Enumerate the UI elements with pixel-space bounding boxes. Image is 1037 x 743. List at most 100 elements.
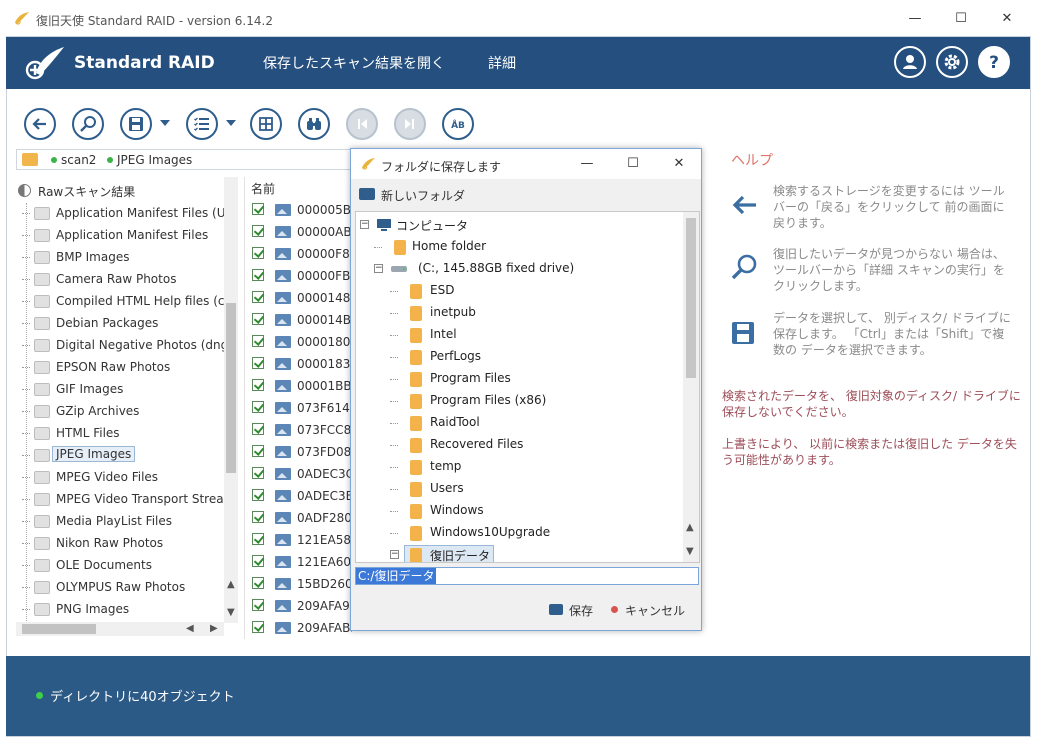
tree-item[interactable]: Digital Negative Photos (dng) bbox=[16, 335, 233, 357]
scroll-down-arrow[interactable]: ▼ bbox=[227, 607, 235, 618]
breadcrumb-item-current[interactable]: JPEG Images bbox=[117, 153, 192, 167]
scroll-up-arrow[interactable]: ▲ bbox=[686, 522, 694, 533]
file-row[interactable]: 121EA580 bbox=[245, 529, 352, 551]
previous-button[interactable] bbox=[346, 108, 378, 140]
tree-item[interactable]: Camera Raw Photos bbox=[16, 269, 224, 291]
tree-vertical-scrollbar[interactable]: ▲ ▼ bbox=[224, 177, 238, 623]
dialog-close-button[interactable]: ✕ bbox=[665, 154, 693, 174]
file-row[interactable]: 000005B0 bbox=[245, 199, 352, 221]
user-button[interactable] bbox=[894, 46, 926, 78]
path-input[interactable]: C:/復旧データ bbox=[355, 567, 699, 585]
tree-item[interactable]: PNG Images bbox=[16, 599, 224, 621]
file-row[interactable]: 00001BB0 bbox=[245, 375, 352, 397]
maximize-button[interactable]: ☐ bbox=[946, 8, 976, 30]
file-checkbox[interactable] bbox=[252, 379, 264, 391]
tree-item[interactable]: EPSON Raw Photos bbox=[16, 357, 224, 379]
tree-item[interactable]: Application Manifest Files bbox=[16, 225, 224, 247]
breadcrumb-item-scan[interactable]: scan2 bbox=[61, 153, 96, 167]
grid-view-button[interactable] bbox=[250, 108, 282, 140]
tree-item[interactable]: HTML Files bbox=[16, 423, 224, 445]
scroll-up-arrow[interactable]: ▲ bbox=[227, 579, 235, 590]
help-button[interactable]: ? bbox=[978, 46, 1010, 78]
file-row[interactable]: 121EA600 bbox=[245, 551, 352, 573]
file-row[interactable]: 209AFABE bbox=[245, 617, 352, 639]
save-dropdown-arrow[interactable] bbox=[160, 120, 170, 128]
file-row[interactable]: 000014B0 bbox=[245, 309, 352, 331]
folder-tree-scrollbar[interactable]: ▲ ▼ bbox=[683, 212, 699, 562]
file-checkbox[interactable] bbox=[252, 269, 264, 281]
scrollbar-thumb[interactable] bbox=[22, 624, 96, 634]
scrollbar-thumb[interactable] bbox=[686, 218, 696, 378]
file-checkbox[interactable] bbox=[252, 599, 264, 611]
file-checkbox[interactable] bbox=[252, 313, 264, 325]
scroll-down-arrow[interactable]: ▼ bbox=[686, 546, 694, 557]
file-checkbox[interactable] bbox=[252, 467, 264, 479]
minimize-button[interactable]: — bbox=[900, 8, 930, 30]
details-menu[interactable]: 詳細 bbox=[488, 53, 516, 73]
tree-item[interactable]: Media PlayList Files bbox=[16, 511, 224, 533]
file-row[interactable]: 0ADF2800 bbox=[245, 507, 352, 529]
collapse-icon[interactable]: − bbox=[360, 220, 369, 229]
font-button[interactable]: ÅB bbox=[442, 108, 474, 140]
list-view-dropdown-arrow[interactable] bbox=[226, 120, 236, 128]
file-checkbox[interactable] bbox=[252, 291, 264, 303]
dialog-minimize-button[interactable]: — bbox=[573, 154, 601, 174]
scrollbar-thumb[interactable] bbox=[226, 303, 236, 473]
file-checkbox[interactable] bbox=[252, 621, 264, 633]
settings-button[interactable] bbox=[936, 46, 968, 78]
file-row[interactable]: 0ADEC3E bbox=[245, 485, 352, 507]
file-checkbox[interactable] bbox=[252, 511, 264, 523]
file-checkbox[interactable] bbox=[252, 225, 264, 237]
tree-item[interactable]: Compiled HTML Help files (ch bbox=[16, 291, 232, 313]
file-checkbox[interactable] bbox=[252, 401, 264, 413]
file-checkbox[interactable] bbox=[252, 533, 264, 545]
tree-item[interactable]: MPEG Video Files bbox=[16, 467, 224, 489]
file-checkbox[interactable] bbox=[252, 577, 264, 589]
tree-item[interactable]: OLE Documents bbox=[16, 555, 224, 577]
file-row[interactable]: 0ADEC3C bbox=[245, 463, 352, 485]
save-button[interactable] bbox=[120, 108, 152, 140]
file-row[interactable]: 00001808 bbox=[245, 331, 352, 353]
file-row[interactable]: 073FCC80 bbox=[245, 419, 352, 441]
scroll-right-arrow[interactable]: ▶ bbox=[210, 623, 218, 634]
file-checkbox[interactable] bbox=[252, 247, 264, 259]
tree-item[interactable]: Application Manifest Files (Un bbox=[16, 203, 233, 225]
file-row[interactable]: 00001830 bbox=[245, 353, 352, 375]
tree-item[interactable]: BMP Images bbox=[16, 247, 224, 269]
tree-horizontal-scrollbar[interactable]: ◀ ▶ bbox=[16, 622, 224, 636]
deep-scan-button[interactable] bbox=[72, 108, 104, 140]
tree-item[interactable]: Nikon Raw Photos bbox=[16, 533, 224, 555]
next-button[interactable] bbox=[394, 108, 426, 140]
file-row[interactable]: 073FD080 bbox=[245, 441, 352, 463]
back-button[interactable] bbox=[24, 108, 56, 140]
column-header-name[interactable]: 名前 bbox=[251, 180, 275, 197]
file-checkbox[interactable] bbox=[252, 555, 264, 567]
dialog-maximize-button[interactable]: ☐ bbox=[619, 154, 647, 174]
file-row[interactable]: 073F6144 bbox=[245, 397, 352, 419]
collapse-icon[interactable]: − bbox=[374, 264, 383, 273]
tree-item[interactable]: GIF Images bbox=[16, 379, 224, 401]
collapse-icon[interactable]: − bbox=[390, 550, 399, 559]
tree-item[interactable]: OLYMPUS Raw Photos bbox=[16, 577, 224, 599]
file-checkbox[interactable] bbox=[252, 423, 264, 435]
list-view-button[interactable] bbox=[186, 108, 218, 140]
file-row[interactable]: 00000FB0 bbox=[245, 265, 352, 287]
tree-item[interactable]: MPEG Video Transport Stream bbox=[16, 489, 235, 511]
file-checkbox[interactable] bbox=[252, 357, 264, 369]
file-checkbox[interactable] bbox=[252, 489, 264, 501]
open-saved-scan-menu[interactable]: 保存したスキャン結果を開く bbox=[263, 53, 445, 73]
close-button[interactable]: ✕ bbox=[992, 8, 1022, 30]
scroll-left-arrow[interactable]: ◀ bbox=[186, 623, 194, 634]
file-checkbox[interactable] bbox=[252, 335, 264, 347]
file-row[interactable]: 15BD260 bbox=[245, 573, 352, 595]
file-row[interactable]: 209AFA97 bbox=[245, 595, 352, 617]
file-checkbox[interactable] bbox=[252, 445, 264, 457]
file-row[interactable]: 00000AB0 bbox=[245, 221, 352, 243]
file-row[interactable]: 00001488 bbox=[245, 287, 352, 309]
tree-item[interactable]: Debian Packages bbox=[16, 313, 224, 335]
file-checkbox[interactable] bbox=[252, 203, 264, 215]
find-button[interactable] bbox=[298, 108, 330, 140]
file-row[interactable]: 00000F88 bbox=[245, 243, 352, 265]
tree-item[interactable]: JPEG Images bbox=[16, 445, 224, 467]
tree-item[interactable]: GZip Archives bbox=[16, 401, 224, 423]
